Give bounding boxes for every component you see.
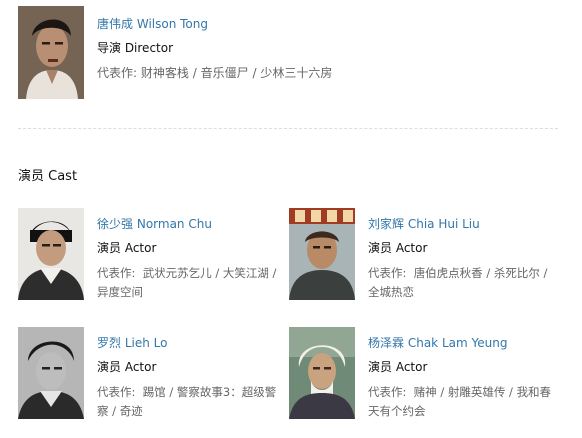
actor-name-zh[interactable]: 徐少强	[97, 217, 133, 231]
separator: /	[440, 385, 445, 399]
separator: /	[252, 66, 257, 80]
actor-role: 演员 Actor	[368, 360, 428, 374]
separator: /	[486, 266, 491, 280]
actor-name[interactable]: 徐少强 Norman Chu	[97, 215, 212, 232]
actor-works: 代表作: 踢馆 / 警察故事3：超级警察 / 奇迹	[97, 383, 287, 421]
director-photo[interactable]	[18, 6, 84, 99]
actor-name-en[interactable]: Chia Hui Liu	[408, 217, 480, 231]
work-link[interactable]: 射雕英雄传	[448, 385, 506, 399]
separator: /	[509, 385, 513, 399]
actor-works: 代表作: 武状元苏乞儿 / 大笑江湖 / 异度空间	[97, 264, 287, 302]
actor-role: 演员 Actor	[368, 241, 428, 255]
work-link[interactable]: 奇迹	[120, 404, 143, 418]
cast-heading: 演员 Cast	[18, 169, 78, 184]
work-link[interactable]: 唐伯虎点秋香	[414, 266, 483, 280]
director-name-zh[interactable]: 唐伟成	[97, 17, 133, 31]
actor-name[interactable]: 罗烈 Lieh Lo	[97, 334, 167, 351]
actor-name-zh[interactable]: 刘家辉	[368, 217, 404, 231]
separator: /	[169, 385, 174, 399]
work-link[interactable]: 武状元苏乞儿	[143, 266, 212, 280]
actor-photo[interactable]	[18, 327, 84, 419]
work-link[interactable]: 音乐僵尸	[201, 66, 249, 80]
separator: /	[543, 266, 548, 280]
works-label: 代表作:	[368, 266, 407, 280]
works-label: 代表作:	[97, 385, 136, 399]
actor-role: 演员 Actor	[97, 360, 157, 374]
actor-photo[interactable]	[289, 327, 355, 419]
works-label: 代表作:	[97, 266, 136, 280]
cast-card: 刘家辉 Chia Hui Liu 演员 Actor 代表作: 唐伯虎点秋香 / …	[289, 208, 557, 308]
separator: /	[112, 404, 117, 418]
section-divider	[18, 128, 558, 129]
separator: /	[192, 66, 197, 80]
separator: /	[215, 266, 220, 280]
work-link[interactable]: 财神客栈	[141, 66, 189, 80]
actor-name-en[interactable]: Chak Lam Yeung	[408, 336, 508, 350]
work-link[interactable]: 大笑江湖	[223, 266, 269, 280]
director-works: 代表作: 财神客栈 / 音乐僵尸 / 少林三十六房	[97, 64, 332, 81]
actor-name-en[interactable]: Norman Chu	[137, 217, 212, 231]
actor-name[interactable]: 杨泽霖 Chak Lam Yeung	[368, 334, 507, 351]
director-role: 导演 Director	[97, 41, 174, 55]
director-name-en[interactable]: Wilson Tong	[137, 17, 208, 31]
separator: /	[272, 266, 277, 280]
cast-card: 杨泽霖 Chak Lam Yeung 演员 Actor 代表作: 赌神 / 射雕…	[289, 327, 557, 427]
actor-photo[interactable]	[18, 208, 84, 300]
work-link[interactable]: 杀死比尔	[494, 266, 540, 280]
work-link[interactable]: 异度空间	[97, 285, 143, 299]
work-link[interactable]: 全城热恋	[368, 285, 414, 299]
actor-works: 代表作: 赌神 / 射雕英雄传 / 我和春天有个约会	[368, 383, 558, 421]
work-link[interactable]: 踢馆	[143, 385, 166, 399]
works-label: 代表作:	[97, 66, 138, 80]
work-link[interactable]: 少林三十六房	[260, 66, 332, 80]
actor-name-zh[interactable]: 罗烈	[97, 336, 121, 350]
actor-role: 演员 Actor	[97, 241, 157, 255]
director-name[interactable]: 唐伟成 Wilson Tong	[97, 15, 208, 32]
director-card: 唐伟成 Wilson Tong 导演 Director 代表作: 财神客栈 / …	[18, 6, 558, 106]
work-link[interactable]: 赌神	[414, 385, 437, 399]
actor-photo[interactable]	[289, 208, 355, 300]
actor-name-en[interactable]: Lieh Lo	[125, 336, 168, 350]
actor-name[interactable]: 刘家辉 Chia Hui Liu	[368, 215, 480, 232]
cast-card: 徐少强 Norman Chu 演员 Actor 代表作: 武状元苏乞儿 / 大笑…	[18, 208, 286, 308]
actor-name-zh[interactable]: 杨泽霖	[368, 336, 404, 350]
works-label: 代表作:	[368, 385, 407, 399]
actor-works: 代表作: 唐伯虎点秋香 / 杀死比尔 / 全城热恋	[368, 264, 558, 302]
cast-card: 罗烈 Lieh Lo 演员 Actor 代表作: 踢馆 / 警察故事3：超级警察…	[18, 327, 286, 427]
